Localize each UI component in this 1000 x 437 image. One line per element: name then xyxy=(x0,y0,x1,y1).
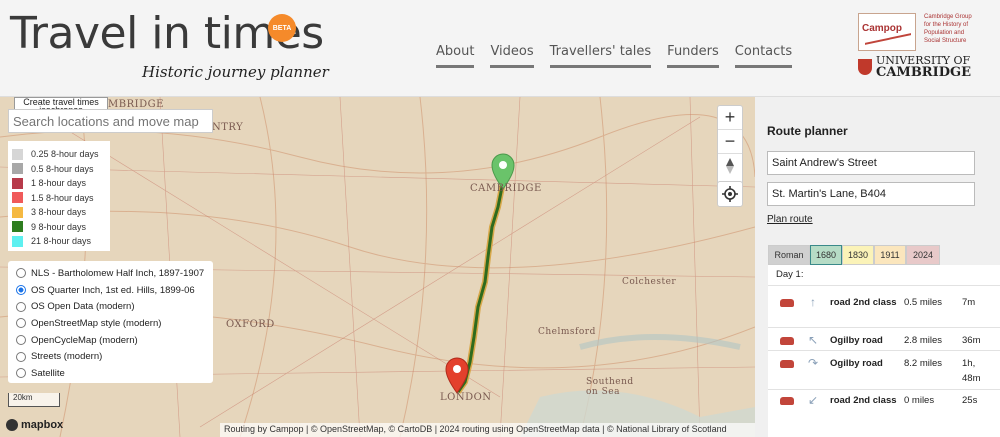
itinerary: Day 1: ↑ road 2nd class 0.5 miles 7m ↖ O… xyxy=(768,265,1000,437)
map-view[interactable]: CAMBRIDGE OXFORD LONDON Chelmsford Colch… xyxy=(0,97,755,437)
era-tabs: Roman 1680 1830 1911 2024 xyxy=(768,245,940,265)
day-label: Day 1: xyxy=(776,269,804,280)
campop-description: Cambridge Group for the History of Popul… xyxy=(924,14,972,44)
campop-graph-icon xyxy=(865,33,911,53)
cambridge-crest-icon xyxy=(858,59,872,75)
legend-item: 9 8-hour days xyxy=(12,220,106,235)
era-tab-1680[interactable]: 1680 xyxy=(810,245,842,265)
itinerary-step[interactable]: ↖ Ogilby road 2.8 miles 36m xyxy=(768,333,1000,348)
car-icon xyxy=(780,337,794,345)
plan-route-link[interactable]: Plan route xyxy=(767,214,813,225)
radio-button[interactable] xyxy=(16,351,26,362)
main-nav: About Videos Travellers' tales Funders C… xyxy=(436,44,808,68)
legend-item: 1 8-hour days xyxy=(12,176,106,191)
mapbox-logo[interactable]: mapbox xyxy=(6,419,63,431)
car-icon xyxy=(780,360,794,368)
location-search-input[interactable] xyxy=(8,109,213,133)
place-label-colchester: Colchester xyxy=(622,277,677,287)
layer-option-os-quarter-inch[interactable]: OS Quarter Inch, 1st ed. Hills, 1899-06 xyxy=(16,282,205,299)
zoom-control: + − xyxy=(717,105,743,185)
place-label-southend: Southend on Sea xyxy=(586,377,634,397)
place-label-ntry: NTRY xyxy=(212,122,244,133)
layer-option-satellite[interactable]: Satellite xyxy=(16,365,205,382)
era-tab-1830[interactable]: 1830 xyxy=(842,245,874,265)
site-header: Travel in times BETA Historic journey pl… xyxy=(0,0,1000,97)
straight-arrow-icon: ↑ xyxy=(810,295,816,309)
turn-left-arrow-icon: ↖ xyxy=(807,333,819,347)
layer-option-os-open-data[interactable]: OS Open Data (modern) xyxy=(16,298,205,315)
car-icon xyxy=(780,299,794,307)
radio-button[interactable] xyxy=(16,301,26,312)
nav-funders[interactable]: Funders xyxy=(667,44,719,68)
radio-button[interactable] xyxy=(16,318,26,329)
campop-logo-text: Campop xyxy=(862,23,902,34)
nav-about[interactable]: About xyxy=(436,44,475,68)
zoom-in-button[interactable]: + xyxy=(718,106,742,130)
mapbox-icon xyxy=(6,419,18,431)
zoom-out-button[interactable]: − xyxy=(718,130,742,154)
place-label-chelmsford: Chelmsford xyxy=(538,327,596,337)
nav-travellers-tales[interactable]: Travellers' tales xyxy=(549,44,652,68)
legend-item: 3 8-hour days xyxy=(12,205,106,220)
campop-logo: Campop xyxy=(858,13,916,53)
legend-item: 1.5 8-hour days xyxy=(12,191,106,206)
u-turn-arrow-icon: ↷ xyxy=(807,356,819,370)
route-planner-title: Route planner xyxy=(767,124,848,138)
radio-button[interactable] xyxy=(16,268,26,279)
route-from-input[interactable]: Saint Andrew's Street xyxy=(767,151,975,175)
itinerary-step[interactable]: ↑ road 2nd class 0.5 miles 7m xyxy=(768,295,1000,310)
partner-logos[interactable]: Campop Cambridge Group for the History o… xyxy=(858,13,978,83)
layer-option-nls-bartholomew[interactable]: NLS - Bartholomew Half Inch, 1897-1907 xyxy=(16,265,205,282)
university-line-2: CAMBRIDGE xyxy=(876,65,971,80)
itinerary-step[interactable]: ↷ Ogilby road 8.2 miles 1h, 48m xyxy=(768,356,1000,386)
era-tab-2024[interactable]: 2024 xyxy=(906,245,940,265)
sharp-left-arrow-icon: ↙ xyxy=(807,393,819,407)
legend-item: 21 8-hour days xyxy=(12,234,106,249)
beta-badge: BETA xyxy=(268,14,296,42)
travel-time-legend: 0.25 8-hour days 0.5 8-hour days 1 8-hou… xyxy=(8,141,110,251)
itinerary-step[interactable]: ↙ road 2nd class 0 miles 25s xyxy=(768,393,1000,408)
place-label-cambridge: CAMBRIDGE xyxy=(470,183,542,194)
route-to-input[interactable]: St. Martin's Lane, B404 xyxy=(767,182,975,206)
layer-option-streets[interactable]: Streets (modern) xyxy=(16,348,205,365)
era-tab-1911[interactable]: 1911 xyxy=(874,245,906,265)
compass-icon[interactable] xyxy=(718,154,742,178)
base-layer-selector: NLS - Bartholomew Half Inch, 1897-1907 O… xyxy=(8,261,213,383)
cambridge-logo: UNIVERSITY OF CAMBRIDGE xyxy=(858,55,971,79)
radio-button[interactable] xyxy=(16,368,26,379)
map-scale: 20km xyxy=(8,393,60,407)
place-label-oxford: OXFORD xyxy=(226,319,275,330)
route-planner-panel: Route planner Saint Andrew's Street St. … xyxy=(755,97,1000,437)
nav-contacts[interactable]: Contacts xyxy=(734,44,793,68)
legend-item: 0.5 8-hour days xyxy=(12,162,106,177)
layer-option-openstreetmap[interactable]: OpenStreetMap style (modern) xyxy=(16,315,205,332)
radio-button-selected[interactable] xyxy=(16,285,26,296)
legend-item: 0.25 8-hour days xyxy=(12,147,106,162)
geolocate-button[interactable] xyxy=(717,181,743,207)
place-label-london: LONDON xyxy=(440,392,492,403)
radio-button[interactable] xyxy=(16,335,26,346)
nav-videos[interactable]: Videos xyxy=(490,44,534,68)
crosshair-icon xyxy=(722,186,738,202)
site-tagline: Historic journey planner xyxy=(142,63,329,81)
car-icon xyxy=(780,397,794,405)
era-tab-roman[interactable]: Roman xyxy=(768,245,810,265)
map-attribution[interactable]: Routing by Campop | © OpenStreetMap, © C… xyxy=(220,423,755,437)
layer-option-opencyclemap[interactable]: OpenCycleMap (modern) xyxy=(16,332,205,349)
